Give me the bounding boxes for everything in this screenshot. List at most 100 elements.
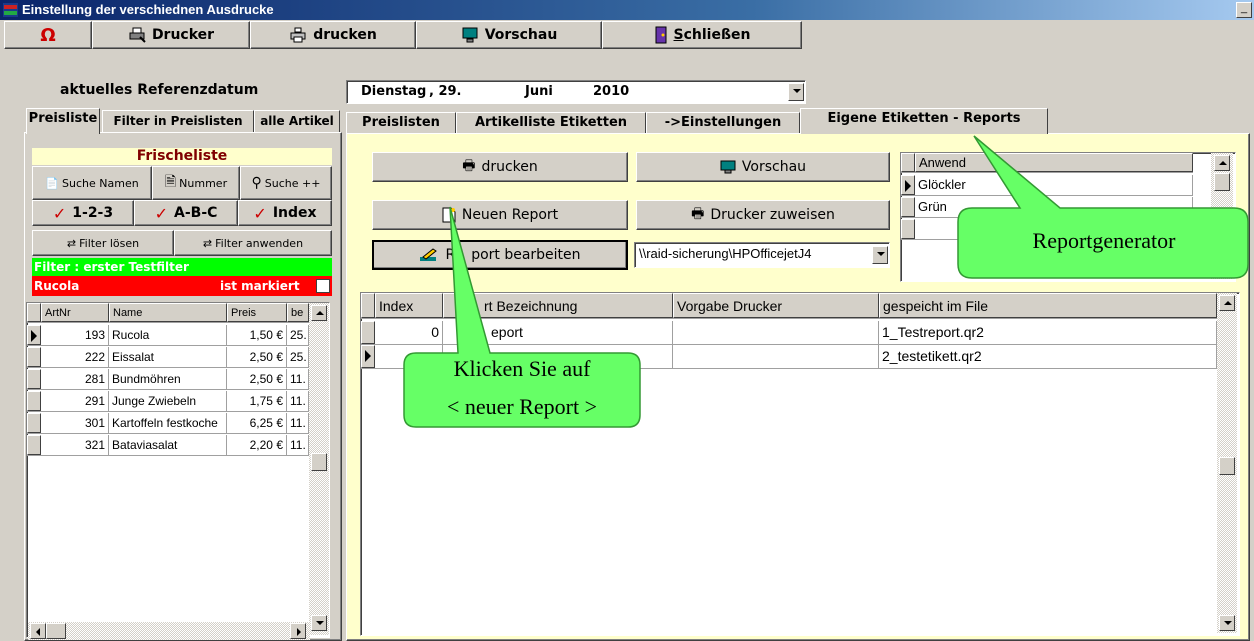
edit-report-button[interactable]: Rport bearbeiten bbox=[372, 240, 628, 270]
reference-date-picker[interactable]: Dienstag , 29. Juni 2010 bbox=[346, 80, 806, 104]
col-be[interactable]: be bbox=[287, 303, 309, 322]
assignment-grid-vscroll[interactable] bbox=[1211, 153, 1233, 279]
minimize-button[interactable]: _ bbox=[1236, 2, 1252, 18]
search-number-button[interactable]: 🗎 Nummer bbox=[152, 166, 240, 200]
refresh-button[interactable]: Ω bbox=[4, 21, 92, 49]
row-indicator bbox=[27, 413, 41, 433]
new-report-button[interactable]: Neuen Report bbox=[372, 200, 628, 230]
article-row[interactable]: 281 Bundmöhren 2,50 €11. bbox=[27, 369, 309, 390]
print-label: drucken bbox=[313, 27, 377, 43]
article-name: Rucola bbox=[109, 325, 227, 345]
article-be: 11. bbox=[287, 435, 309, 455]
assignment-row[interactable]: Grün bbox=[901, 197, 1193, 218]
scroll-right-icon[interactable] bbox=[290, 623, 306, 639]
article-name: Kartoffeln festkoche bbox=[109, 413, 227, 433]
printer-setup-button[interactable]: Drucker bbox=[92, 21, 250, 49]
reports-grid-vscroll[interactable] bbox=[1217, 293, 1237, 633]
printer-dropdown-icon[interactable] bbox=[872, 246, 888, 264]
print-button[interactable]: drucken bbox=[250, 21, 416, 49]
article-name: Bataviasalat bbox=[109, 435, 227, 455]
article-row[interactable]: 291 Junge Zwiebeln 1,75 €11. bbox=[27, 391, 309, 412]
scroll-down-icon[interactable] bbox=[1219, 615, 1235, 631]
report-print-label: drucken bbox=[481, 159, 538, 175]
scroll-up-icon[interactable] bbox=[311, 305, 327, 321]
article-grid-vscroll[interactable] bbox=[309, 303, 329, 635]
sort-abc-button[interactable]: ✓ A-B-C bbox=[134, 200, 238, 226]
article-preis: 2,20 € bbox=[227, 435, 287, 455]
date-weekday: Dienstag bbox=[361, 84, 427, 99]
search-number-label: Nummer bbox=[179, 176, 228, 190]
checkmark-icon: ✓ bbox=[253, 203, 267, 223]
callout-reportgenerator-text: Reportgenerator bbox=[1032, 228, 1176, 253]
scroll-up-icon[interactable] bbox=[1219, 295, 1235, 311]
sort-123-button[interactable]: ✓ 1-2-3 bbox=[32, 200, 134, 226]
report-print-button[interactable]: 🖶 drucken bbox=[372, 152, 628, 182]
search-names-button[interactable]: 📄 Suche Namen bbox=[32, 166, 152, 200]
filter-apply-button[interactable]: ⇄ Filter anwenden bbox=[174, 230, 332, 256]
scroll-thumb[interactable] bbox=[1214, 173, 1230, 191]
scroll-down-icon[interactable] bbox=[1214, 259, 1230, 275]
article-preis: 2,50 € bbox=[227, 369, 287, 389]
search-plus-button[interactable]: ⚲ Suche ++ bbox=[240, 166, 332, 200]
checkmark-icon: ✓ bbox=[154, 203, 168, 223]
col-name[interactable]: Name bbox=[109, 303, 227, 322]
col-anwend[interactable]: Anwend bbox=[915, 153, 1193, 172]
printer-select[interactable]: \\raid-sicherung\HPOfficejetJ4 bbox=[634, 242, 890, 268]
col-vorgabe-drucker[interactable]: Vorgabe Drucker bbox=[673, 293, 879, 318]
article-row[interactable]: 193 Rucola 1,50 €25. bbox=[27, 325, 309, 346]
assignment-row[interactable]: Glöckler bbox=[901, 175, 1193, 196]
marked-status: Rucola ist markiert bbox=[32, 276, 332, 296]
close-button[interactable]: Schließen bbox=[602, 21, 802, 49]
sort-index-button[interactable]: ✓ Index bbox=[238, 200, 332, 226]
article-artnr: 291 bbox=[41, 391, 109, 411]
date-dropdown-icon[interactable] bbox=[788, 83, 804, 101]
filter-clear-button[interactable]: ⇄ Filter lösen bbox=[32, 230, 174, 256]
new-report-label: Neuen Report bbox=[461, 207, 559, 223]
assign-printer-label: Drucker zuweisen bbox=[710, 207, 835, 223]
article-name: Junge Zwiebeln bbox=[109, 391, 227, 411]
article-row[interactable]: 222 Eissalat 2,50 €25. bbox=[27, 347, 309, 368]
report-printer bbox=[673, 345, 879, 368]
col-file[interactable]: gespeicht im File bbox=[879, 293, 1217, 318]
preview-button[interactable]: Vorschau bbox=[416, 21, 602, 49]
scroll-up-icon[interactable] bbox=[1214, 155, 1230, 171]
scroll-thumb[interactable] bbox=[311, 453, 327, 471]
tab-einstellungen[interactable]: ->Einstellungen bbox=[646, 112, 800, 134]
preview-label: Vorschau bbox=[484, 27, 558, 43]
tab-filter-in-preislisten[interactable]: Filter in Preislisten bbox=[102, 110, 254, 132]
report-preview-label: Vorschau bbox=[741, 159, 807, 175]
row-indicator bbox=[27, 347, 41, 367]
scroll-left-icon[interactable] bbox=[30, 623, 46, 639]
row-indicator bbox=[901, 197, 915, 217]
article-row[interactable]: 321 Bataviasalat 2,20 €11. bbox=[27, 435, 309, 456]
tab-artikelliste-etiketten[interactable]: Artikelliste Etiketten bbox=[456, 112, 646, 134]
col-artnr[interactable]: ArtNr bbox=[41, 303, 109, 322]
scroll-thumb[interactable] bbox=[1219, 457, 1235, 475]
assign-printer-button[interactable]: 🖶 Drucker zuweisen bbox=[636, 200, 890, 230]
row-indicator bbox=[27, 435, 41, 455]
report-row[interactable]: 0 eport 1_Testreport.qr2 bbox=[361, 321, 1217, 345]
list-header: Frischeliste bbox=[32, 148, 332, 165]
article-artnr: 193 bbox=[41, 325, 109, 345]
tab-alle-artikel[interactable]: alle Artikel bbox=[254, 110, 340, 132]
sort-123-label: 1-2-3 bbox=[72, 205, 114, 221]
tab-eigene-etiketten-reports[interactable]: Eigene Etiketten - Reports bbox=[800, 108, 1048, 134]
article-name: Bundmöhren bbox=[109, 369, 227, 389]
close-label: Schließen bbox=[673, 27, 751, 43]
reports-grid-header: Index rt Bezeichnung Vorgabe Drucker ges… bbox=[361, 293, 1217, 319]
hscroll-thumb[interactable] bbox=[46, 623, 66, 639]
scroll-down-icon[interactable] bbox=[311, 615, 327, 631]
app-icon bbox=[3, 3, 18, 17]
tab-preisliste[interactable]: Preisliste bbox=[26, 108, 100, 134]
col-bezeichnung[interactable]: rt Bezeichnung bbox=[443, 293, 673, 318]
article-row[interactable]: 301 Kartoffeln festkoche 6,25 €11. bbox=[27, 413, 309, 434]
report-name: eport bbox=[443, 321, 673, 344]
col-preis[interactable]: Preis bbox=[227, 303, 287, 322]
article-grid-hscroll[interactable] bbox=[28, 622, 310, 640]
marked-checkbox[interactable] bbox=[316, 279, 330, 293]
printer-path: \\raid-sicherung\HPOfficejetJ4 bbox=[639, 246, 812, 261]
assignment-name: Glöckler bbox=[915, 175, 1193, 195]
col-index[interactable]: Index bbox=[375, 293, 443, 318]
tab-preislisten[interactable]: Preislisten bbox=[346, 112, 456, 134]
report-preview-button[interactable]: Vorschau bbox=[636, 152, 890, 182]
